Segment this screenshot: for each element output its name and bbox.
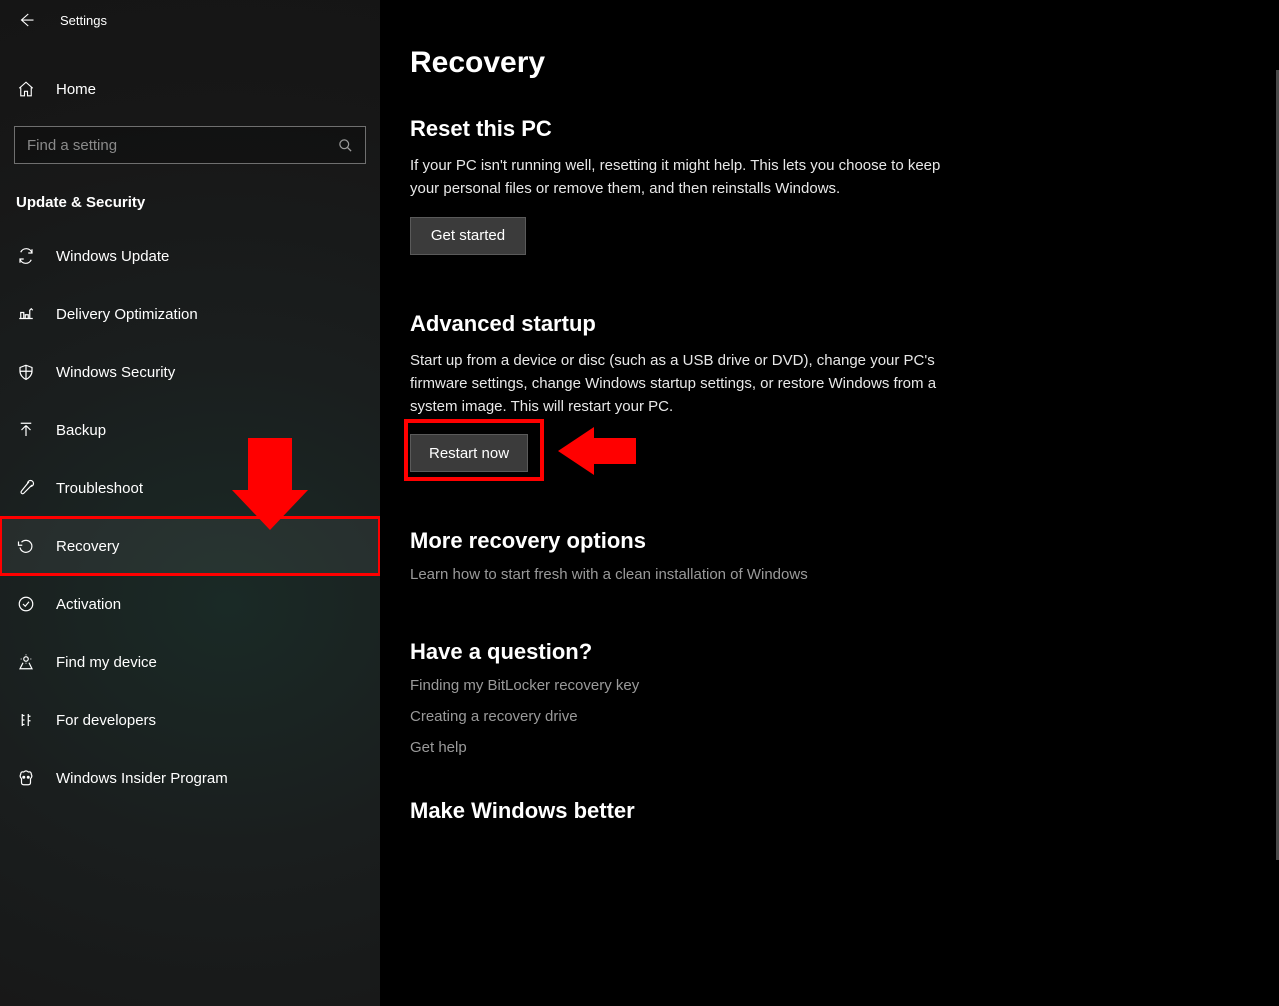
reset-heading: Reset this PC <box>410 116 1259 142</box>
sidebar-item-label: Recovery <box>56 538 119 555</box>
link-get-help[interactable]: Get help <box>410 739 1259 756</box>
sidebar-item-delivery-optimization[interactable]: Delivery Optimization <box>0 285 380 343</box>
advanced-body: Start up from a device or disc (such as … <box>410 349 970 419</box>
sidebar-item-for-developers[interactable]: For developers <box>0 691 380 749</box>
home-label: Home <box>56 81 96 98</box>
sidebar-item-label: Windows Update <box>56 248 169 265</box>
app-title: Settings <box>60 13 107 28</box>
search-icon <box>338 138 353 153</box>
home-nav[interactable]: Home <box>0 60 380 118</box>
shield-icon <box>16 362 36 382</box>
question-heading: Have a question? <box>410 639 1259 665</box>
section-have-a-question: Have a question? Finding my BitLocker re… <box>410 639 1259 756</box>
sidebar-item-label: Find my device <box>56 654 157 671</box>
sidebar-item-label: Windows Insider Program <box>56 770 228 787</box>
section-more-recovery: More recovery options Learn how to start… <box>410 528 1259 583</box>
reset-body: If your PC isn't running well, resetting… <box>410 154 970 201</box>
sidebar-item-label: For developers <box>56 712 156 729</box>
get-started-button[interactable]: Get started <box>410 217 526 255</box>
sidebar-item-label: Windows Security <box>56 364 175 381</box>
main-content: Recovery Reset this PC If your PC isn't … <box>380 0 1279 1006</box>
sidebar-item-backup[interactable]: Backup <box>0 401 380 459</box>
section-advanced-startup: Advanced startup Start up from a device … <box>410 311 1259 473</box>
insider-icon <box>16 768 36 788</box>
section-reset-pc: Reset this PC If your PC isn't running w… <box>410 116 1259 255</box>
advanced-heading: Advanced startup <box>410 311 1259 337</box>
sidebar-item-recovery[interactable]: Recovery <box>0 517 380 575</box>
search-field[interactable] <box>27 137 338 154</box>
sidebar: Settings Home Update & Security <box>0 0 380 1006</box>
sidebar-item-label: Activation <box>56 596 121 613</box>
delivery-icon <box>16 304 36 324</box>
sidebar-item-windows-security[interactable]: Windows Security <box>0 343 380 401</box>
link-start-fresh[interactable]: Learn how to start fresh with a clean in… <box>410 566 1259 583</box>
home-icon <box>16 80 36 98</box>
restart-now-button[interactable]: Restart now <box>410 434 528 472</box>
location-icon <box>16 652 36 672</box>
sidebar-item-find-my-device[interactable]: Find my device <box>0 633 380 691</box>
page-title: Recovery <box>410 46 1259 80</box>
sidebar-item-label: Backup <box>56 422 106 439</box>
sidebar-item-windows-insider[interactable]: Windows Insider Program <box>0 749 380 807</box>
wrench-icon <box>16 478 36 498</box>
sidebar-item-label: Troubleshoot <box>56 480 143 497</box>
sidebar-item-activation[interactable]: Activation <box>0 575 380 633</box>
link-recovery-drive[interactable]: Creating a recovery drive <box>410 708 1259 725</box>
back-icon[interactable] <box>16 10 36 30</box>
category-heading: Update & Security <box>0 176 380 221</box>
search-input[interactable] <box>14 126 366 164</box>
better-heading: Make Windows better <box>410 798 1259 824</box>
sync-icon <box>16 246 36 266</box>
sidebar-item-troubleshoot[interactable]: Troubleshoot <box>0 459 380 517</box>
link-bitlocker[interactable]: Finding my BitLocker recovery key <box>410 677 1259 694</box>
sidebar-nav: Windows Update Delivery Optimization Win… <box>0 227 380 807</box>
sidebar-item-label: Delivery Optimization <box>56 306 198 323</box>
annotation-arrow-left <box>558 427 636 475</box>
section-make-windows-better: Make Windows better <box>410 798 1259 824</box>
backup-icon <box>16 420 36 440</box>
sidebar-item-windows-update[interactable]: Windows Update <box>0 227 380 285</box>
more-heading: More recovery options <box>410 528 1259 554</box>
recovery-icon <box>16 536 36 556</box>
developers-icon <box>16 710 36 730</box>
check-circle-icon <box>16 594 36 614</box>
